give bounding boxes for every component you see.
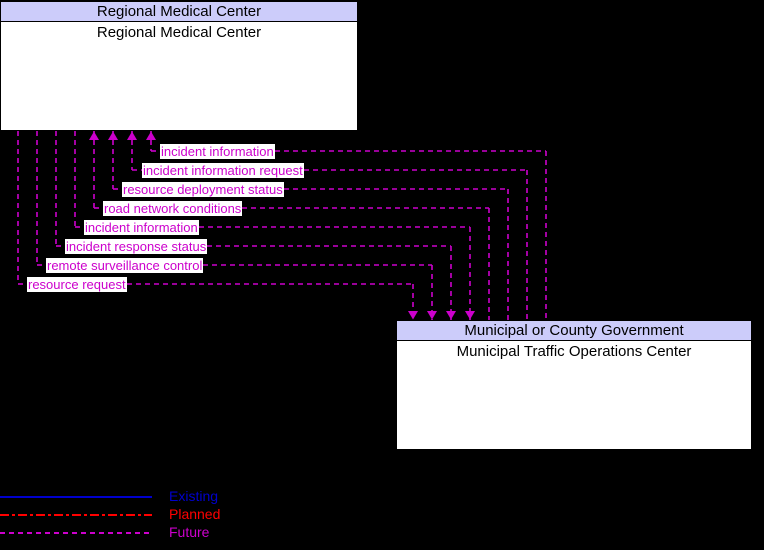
legend-line-existing [0,496,152,498]
flow-label-remote-surveillance-control[interactable]: remote surveillance control [46,258,204,273]
entity-stakeholder-municipal-or-county-government: Municipal or County Government [397,321,751,341]
legend: Existing Planned Future [0,488,260,544]
legend-label-planned: Planned [169,506,221,522]
legend-line-future [0,532,152,534]
legend-item-planned: Planned [0,506,260,524]
entity-stakeholder-regional-medical-center: Regional Medical Center [1,2,357,22]
flow-label-road-network-conditions[interactable]: road network conditions [103,201,243,216]
flow-label-incident-response-status[interactable]: incident response status [65,239,208,254]
arrowhead-down [446,311,456,320]
diagram-canvas: Regional Medical Center Regional Medical… [0,0,764,550]
flow-label-incident-information-1[interactable]: incident information [160,144,275,159]
flow-connector-f1 [146,131,547,320]
arrowhead-down [465,311,475,320]
arrowhead-down [408,311,418,320]
legend-label-future: Future [169,524,210,540]
flow-label-incident-information-2[interactable]: incident information [84,220,199,235]
arrowhead-up [146,131,156,140]
arrowhead-up [108,131,118,140]
arrowhead-down [427,311,437,320]
arrowhead-up [127,131,137,140]
legend-item-future: Future [0,524,260,542]
flow-label-resource-deployment-status[interactable]: resource deployment status [122,182,284,197]
arrowhead-up [89,131,99,140]
legend-line-planned [0,514,152,516]
entity-box-regional-medical-center[interactable]: Regional Medical Center Regional Medical… [0,1,358,131]
legend-label-existing: Existing [169,488,219,504]
entity-box-municipal-traffic-operations-center[interactable]: Municipal or County Government Municipal… [396,320,752,450]
flow-label-incident-information-request[interactable]: incident information request [142,163,304,178]
entity-name-regional-medical-center: Regional Medical Center [96,24,262,41]
entity-name-municipal-traffic-operations-center: Municipal Traffic Operations Center [456,343,692,360]
legend-item-existing: Existing [0,488,260,506]
flow-label-resource-request[interactable]: resource request [27,277,127,292]
